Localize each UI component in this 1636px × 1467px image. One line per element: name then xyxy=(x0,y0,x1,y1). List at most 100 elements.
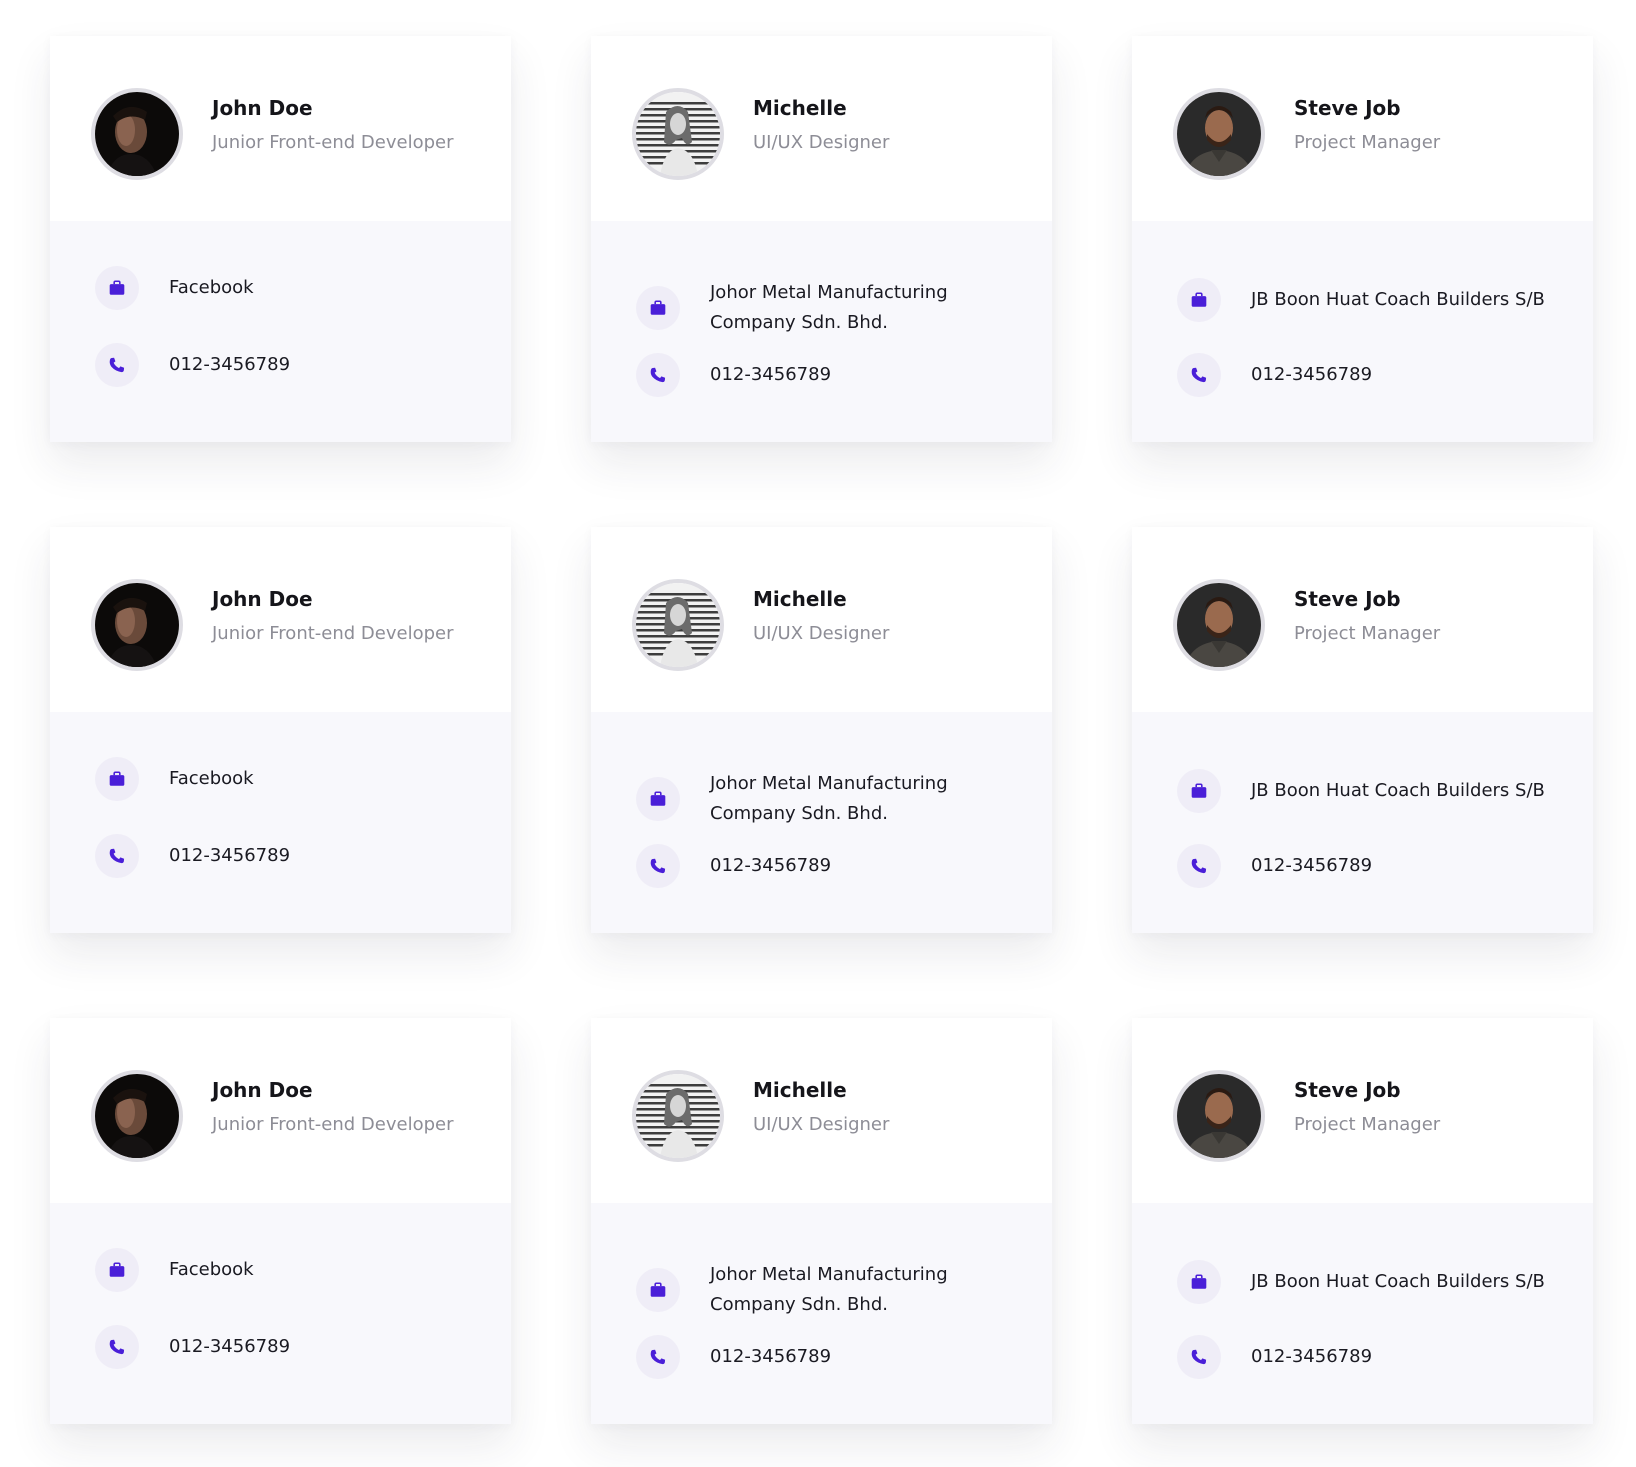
avatar xyxy=(632,579,724,671)
phone-number[interactable]: 012-3456789 xyxy=(169,1332,469,1362)
phone-icon xyxy=(95,343,139,387)
phone-number[interactable]: 012-3456789 xyxy=(169,841,469,871)
avatar-portrait-man-beard-image xyxy=(1177,92,1261,176)
person-name: Steve Job xyxy=(1294,96,1401,120)
company-name: JB Boon Huat Coach Builders S/B xyxy=(1251,289,1545,310)
person-role: Junior Front-end Developer xyxy=(212,1114,454,1135)
card-header: John Doe Junior Front-end Developer xyxy=(50,1018,511,1203)
contact-card[interactable]: John Doe Junior Front-end Developer Face… xyxy=(50,36,511,442)
contact-card[interactable]: Steve Job Project Manager JB Boon Huat C… xyxy=(1132,527,1593,933)
briefcase-icon xyxy=(636,286,680,330)
person-role: UI/UX Designer xyxy=(753,132,890,153)
person-role: Project Manager xyxy=(1294,1114,1441,1135)
company-row: JB Boon Huat Coach Builders S/B xyxy=(1177,1260,1551,1304)
avatar-portrait-man-beard-image xyxy=(1177,1074,1261,1158)
company-name: Facebook xyxy=(169,1259,254,1280)
phone-row[interactable]: 012-3456789 xyxy=(1177,353,1551,397)
phone-icon xyxy=(1177,1335,1221,1379)
phone-icon xyxy=(1177,353,1221,397)
card-details: Johor Metal Manufacturing Company Sdn. B… xyxy=(591,221,1052,442)
avatar-grayscale-portrait-woman-image xyxy=(636,583,720,667)
company-row: Johor Metal Manufacturing Company Sdn. B… xyxy=(636,769,1010,829)
avatar-dark-portrait-man-image xyxy=(95,92,179,176)
company-row: JB Boon Huat Coach Builders S/B xyxy=(1177,278,1551,322)
company-row: Facebook xyxy=(95,266,469,310)
company-row: Facebook xyxy=(95,1248,469,1292)
person-name: Michelle xyxy=(753,1078,847,1102)
card-details: JB Boon Huat Coach Builders S/B 012-3456… xyxy=(1132,221,1593,442)
briefcase-icon xyxy=(95,757,139,801)
person-name: Steve Job xyxy=(1294,1078,1401,1102)
person-name: Michelle xyxy=(753,587,847,611)
phone-number[interactable]: 012-3456789 xyxy=(169,350,469,380)
phone-icon xyxy=(636,353,680,397)
phone-row[interactable]: 012-3456789 xyxy=(95,1325,469,1369)
avatar xyxy=(1173,579,1265,671)
phone-icon xyxy=(95,834,139,878)
briefcase-icon xyxy=(1177,1260,1221,1304)
avatar-grayscale-portrait-woman-image xyxy=(636,1074,720,1158)
card-header: John Doe Junior Front-end Developer xyxy=(50,527,511,712)
phone-number[interactable]: 012-3456789 xyxy=(710,360,1010,390)
card-details: JB Boon Huat Coach Builders S/B 012-3456… xyxy=(1132,712,1593,933)
avatar-dark-portrait-man-image xyxy=(95,583,179,667)
company-row: Johor Metal Manufacturing Company Sdn. B… xyxy=(636,278,1010,338)
person-role: Project Manager xyxy=(1294,623,1441,644)
avatar xyxy=(632,1070,724,1162)
phone-number[interactable]: 012-3456789 xyxy=(1251,360,1551,390)
contact-card[interactable]: Michelle UI/UX Designer Johor Metal Manu… xyxy=(591,527,1052,933)
briefcase-icon xyxy=(1177,278,1221,322)
contact-card[interactable]: Steve Job Project Manager JB Boon Huat C… xyxy=(1132,36,1593,442)
person-name: Steve Job xyxy=(1294,587,1401,611)
person-name: John Doe xyxy=(212,1078,313,1102)
phone-row[interactable]: 012-3456789 xyxy=(95,343,469,387)
phone-row[interactable]: 012-3456789 xyxy=(636,1335,1010,1379)
contact-card[interactable]: John Doe Junior Front-end Developer Face… xyxy=(50,527,511,933)
briefcase-icon xyxy=(636,1268,680,1312)
phone-number[interactable]: 012-3456789 xyxy=(1251,1342,1551,1372)
card-details: Facebook 012-3456789 xyxy=(50,712,511,933)
contact-card[interactable]: Michelle UI/UX Designer Johor Metal Manu… xyxy=(591,1018,1052,1424)
card-details: Johor Metal Manufacturing Company Sdn. B… xyxy=(591,1203,1052,1424)
card-header: Steve Job Project Manager xyxy=(1132,36,1593,221)
card-details: Johor Metal Manufacturing Company Sdn. B… xyxy=(591,712,1052,933)
company-row: Johor Metal Manufacturing Company Sdn. B… xyxy=(636,1260,1010,1320)
phone-row[interactable]: 012-3456789 xyxy=(95,834,469,878)
contact-card[interactable]: John Doe Junior Front-end Developer Face… xyxy=(50,1018,511,1424)
avatar xyxy=(91,579,183,671)
avatar xyxy=(1173,88,1265,180)
company-name: Facebook xyxy=(169,277,254,298)
phone-number[interactable]: 012-3456789 xyxy=(710,1342,1010,1372)
company-name: Johor Metal Manufacturing Company Sdn. B… xyxy=(710,1264,948,1315)
card-header: Michelle UI/UX Designer xyxy=(591,36,1052,221)
person-role: Junior Front-end Developer xyxy=(212,132,454,153)
avatar-dark-portrait-man-image xyxy=(95,1074,179,1158)
person-role: Project Manager xyxy=(1294,132,1441,153)
person-name: Michelle xyxy=(753,96,847,120)
company-row: JB Boon Huat Coach Builders S/B xyxy=(1177,769,1551,813)
avatar xyxy=(1173,1070,1265,1162)
card-details: Facebook 012-3456789 xyxy=(50,1203,511,1424)
company-name: Facebook xyxy=(169,768,254,789)
avatar xyxy=(91,88,183,180)
company-name: JB Boon Huat Coach Builders S/B xyxy=(1251,780,1545,801)
contact-card-grid: John Doe Junior Front-end Developer Face… xyxy=(50,36,1593,1424)
company-row: Facebook xyxy=(95,757,469,801)
phone-row[interactable]: 012-3456789 xyxy=(636,353,1010,397)
phone-number[interactable]: 012-3456789 xyxy=(1251,851,1551,881)
briefcase-icon xyxy=(95,266,139,310)
contact-card[interactable]: Steve Job Project Manager JB Boon Huat C… xyxy=(1132,1018,1593,1424)
briefcase-icon xyxy=(1177,769,1221,813)
phone-icon xyxy=(95,1325,139,1369)
card-details: JB Boon Huat Coach Builders S/B 012-3456… xyxy=(1132,1203,1593,1424)
company-name: Johor Metal Manufacturing Company Sdn. B… xyxy=(710,282,948,333)
person-role: UI/UX Designer xyxy=(753,623,890,644)
phone-number[interactable]: 012-3456789 xyxy=(710,851,1010,881)
phone-icon xyxy=(636,1335,680,1379)
phone-row[interactable]: 012-3456789 xyxy=(1177,1335,1551,1379)
avatar-grayscale-portrait-woman-image xyxy=(636,92,720,176)
phone-row[interactable]: 012-3456789 xyxy=(1177,844,1551,888)
contact-card[interactable]: Michelle UI/UX Designer Johor Metal Manu… xyxy=(591,36,1052,442)
card-details: Facebook 012-3456789 xyxy=(50,221,511,442)
phone-row[interactable]: 012-3456789 xyxy=(636,844,1010,888)
